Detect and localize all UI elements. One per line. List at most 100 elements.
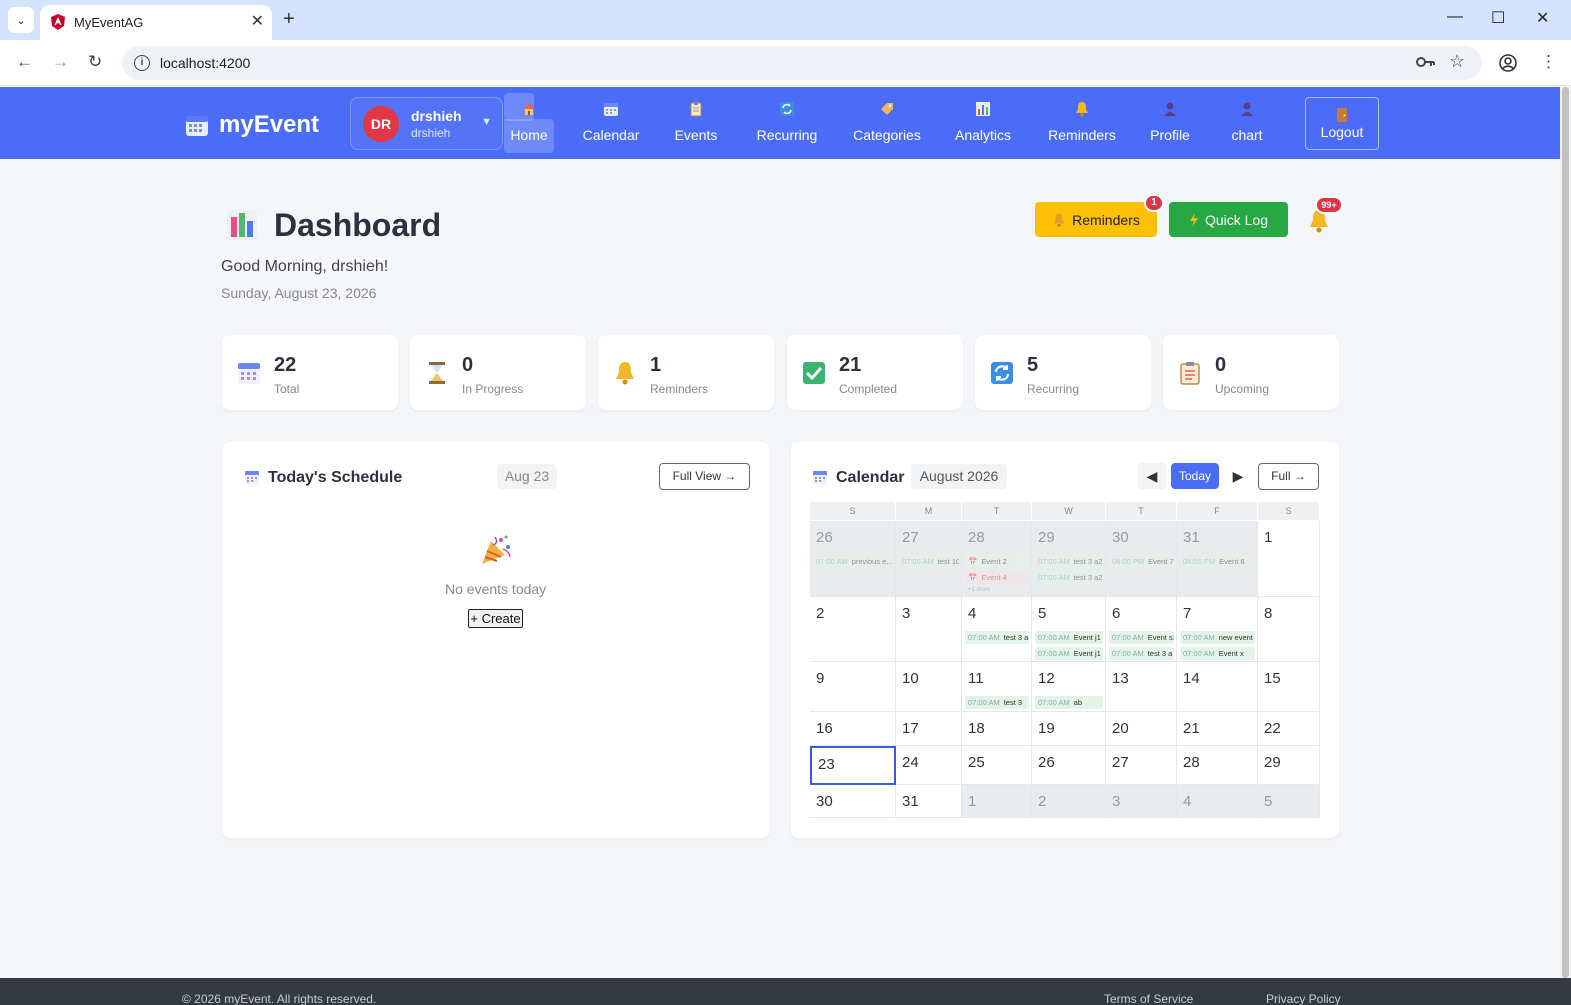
calendar-day-cell[interactable]: 7 07:00 AM new event 07:00 AM Event x: [1177, 597, 1258, 662]
nav-events[interactable]: Events: [672, 93, 720, 153]
nav-reminders[interactable]: Reminders: [1046, 93, 1118, 153]
next-month-button[interactable]: ▶: [1224, 463, 1252, 489]
calendar-day-cell[interactable]: 16: [810, 712, 896, 746]
tab-search-button[interactable]: ⌄: [8, 7, 34, 33]
forward-icon[interactable]: →: [52, 52, 69, 72]
reload-icon[interactable]: ↻: [88, 52, 102, 72]
minimize-icon[interactable]: —: [1447, 8, 1463, 26]
site-info-icon[interactable]: i: [134, 55, 150, 71]
nav-profile[interactable]: Profile: [1146, 93, 1194, 153]
chevron-down-icon[interactable]: ▼: [481, 116, 492, 128]
calendar-day-cell[interactable]: 23: [810, 746, 896, 785]
calendar-day-cell[interactable]: 26: [1032, 746, 1106, 785]
logout-button[interactable]: Logout: [1305, 97, 1379, 150]
url-text[interactable]: localhost:4200: [160, 55, 250, 71]
calendar-day-cell[interactable]: 2: [1032, 785, 1106, 818]
calendar-day-cell[interactable]: 18: [962, 712, 1032, 746]
calendar-event[interactable]: 📅 Event 2: [965, 555, 1029, 568]
calendar-event[interactable]: 07:00 AM Event x: [1180, 647, 1255, 660]
calendar-day-cell[interactable]: 11 07:00 AM test 3: [962, 662, 1032, 712]
calendar-day-cell[interactable]: 1: [962, 785, 1032, 818]
calendar-day-cell[interactable]: 28 📅 Event 2 📅 Event 4 +1 more: [962, 521, 1032, 597]
new-tab-icon[interactable]: +: [283, 8, 295, 31]
calendar-day-cell[interactable]: 15: [1258, 662, 1320, 712]
stat-card-recurring[interactable]: 5 Recurring: [975, 335, 1151, 410]
calendar-day-cell[interactable]: 13: [1106, 662, 1177, 712]
calendar-event[interactable]: 07:00 AM previous e...: [813, 555, 893, 568]
calendar-day-cell[interactable]: 1: [1258, 521, 1320, 597]
nav-recurring[interactable]: Recurring: [754, 93, 820, 153]
calendar-event[interactable]: 07:00 AM new event: [1180, 631, 1255, 644]
calendar-day-cell[interactable]: 10: [896, 662, 962, 712]
calendar-day-cell[interactable]: 3: [896, 597, 962, 662]
calendar-event[interactable]: 04:00 PM Event 7: [1109, 555, 1174, 568]
tab-close-icon[interactable]: ✕: [251, 11, 264, 31]
calendar-event[interactable]: 07:00 AM test 3: [965, 696, 1029, 709]
nav-home[interactable]: Home: [504, 93, 554, 153]
calendar-day-cell[interactable]: 29: [1258, 746, 1320, 785]
calendar-day-cell[interactable]: 4: [1177, 785, 1258, 818]
calendar-day-cell[interactable]: 6 07:00 AM Event s1 07:00 AM test 3 a: [1106, 597, 1177, 662]
privacy-link[interactable]: Privacy Policy: [1266, 992, 1341, 1005]
calendar-event[interactable]: 07:00 AM Event j1: [1035, 631, 1103, 644]
calendar-day-cell[interactable]: 24: [896, 746, 962, 785]
calendar-event[interactable]: 07:00 AM test 3 a: [1109, 647, 1174, 660]
nav-analytics[interactable]: Analytics: [952, 93, 1014, 153]
calendar-event[interactable]: 07:00 AM ab: [1035, 696, 1103, 709]
stat-card-total[interactable]: 22 Total: [222, 335, 398, 410]
calendar-day-cell[interactable]: 27: [1106, 746, 1177, 785]
back-icon[interactable]: ←: [16, 52, 33, 72]
brand[interactable]: myEvent: [185, 111, 319, 139]
calendar-day-cell[interactable]: 2: [810, 597, 896, 662]
address-bar[interactable]: i localhost:4200 ☆: [122, 46, 1482, 80]
stat-card-upcoming[interactable]: 0 Upcoming: [1163, 335, 1339, 410]
calendar-event[interactable]: 07:00 AM test 3 a2: [1035, 571, 1103, 584]
user-menu[interactable]: DR drshieh drshieh ▼: [350, 97, 503, 150]
calendar-event[interactable]: 07:00 AM test 3 a2: [1035, 555, 1103, 568]
stat-card-reminders[interactable]: 1 Reminders: [598, 335, 774, 410]
browser-tab[interactable]: MyEventAG ✕: [40, 5, 272, 40]
bookmark-star-icon[interactable]: ☆: [1449, 51, 1465, 72]
close-window-icon[interactable]: ✕: [1536, 8, 1549, 28]
calendar-event[interactable]: 📅 Event 4: [965, 571, 1029, 584]
profile-icon[interactable]: [1499, 54, 1517, 72]
create-event-button[interactable]: + Create: [468, 609, 523, 628]
menu-kebab-icon[interactable]: ⋮: [1540, 52, 1557, 72]
calendar-day-cell[interactable]: 25: [962, 746, 1032, 785]
calendar-day-cell[interactable]: 12 07:00 AM ab: [1032, 662, 1106, 712]
calendar-full-button[interactable]: Full →: [1258, 463, 1319, 490]
stat-card-completed[interactable]: 21 Completed: [787, 335, 963, 410]
calendar-event[interactable]: 07:00 AM Event j1: [1035, 647, 1103, 660]
calendar-day-cell[interactable]: 5: [1258, 785, 1320, 818]
password-key-icon[interactable]: [1416, 55, 1436, 69]
calendar-event[interactable]: 07:00 AM Event s1: [1109, 631, 1174, 644]
calendar-day-cell[interactable]: 17: [896, 712, 962, 746]
today-button[interactable]: Today: [1171, 463, 1219, 489]
calendar-event[interactable]: 07:00 AM test 3 a: [965, 631, 1029, 644]
nav-categories[interactable]: Categories: [850, 93, 924, 153]
calendar-day-cell[interactable]: 30: [810, 785, 896, 818]
page-scrollbar[interactable]: [1560, 87, 1571, 978]
calendar-day-cell[interactable]: 4 07:00 AM test 3 a: [962, 597, 1032, 662]
prev-month-button[interactable]: ◀: [1138, 463, 1166, 489]
scrollbar-thumb[interactable]: [1562, 87, 1569, 978]
reminders-button[interactable]: Reminders: [1035, 202, 1157, 237]
calendar-event[interactable]: 07:00 AM test 10: [899, 555, 959, 568]
calendar-day-cell[interactable]: 27 07:00 AM test 10: [896, 521, 962, 597]
maximize-icon[interactable]: ☐: [1491, 8, 1505, 28]
quick-log-button[interactable]: Quick Log: [1169, 202, 1288, 237]
nav-chart[interactable]: chart: [1226, 93, 1268, 153]
calendar-day-cell[interactable]: 19: [1032, 712, 1106, 746]
calendar-day-cell[interactable]: 30 04:00 PM Event 7: [1106, 521, 1177, 597]
stat-card-in-progress[interactable]: 0 In Progress: [410, 335, 586, 410]
calendar-day-cell[interactable]: 9: [810, 662, 896, 712]
terms-link[interactable]: Terms of Service: [1104, 992, 1193, 1005]
calendar-day-cell[interactable]: 5 07:00 AM Event j1 07:00 AM Event j1: [1032, 597, 1106, 662]
calendar-event[interactable]: 04:00 PM Event 6: [1180, 555, 1255, 568]
calendar-day-cell[interactable]: 8: [1258, 597, 1320, 662]
full-view-button[interactable]: Full View →: [659, 463, 750, 490]
calendar-day-cell[interactable]: 29 07:00 AM test 3 a2 07:00 AM test 3 a2: [1032, 521, 1106, 597]
calendar-day-cell[interactable]: 31 04:00 PM Event 6: [1177, 521, 1258, 597]
calendar-day-cell[interactable]: 14: [1177, 662, 1258, 712]
nav-calendar[interactable]: Calendar: [580, 93, 642, 153]
